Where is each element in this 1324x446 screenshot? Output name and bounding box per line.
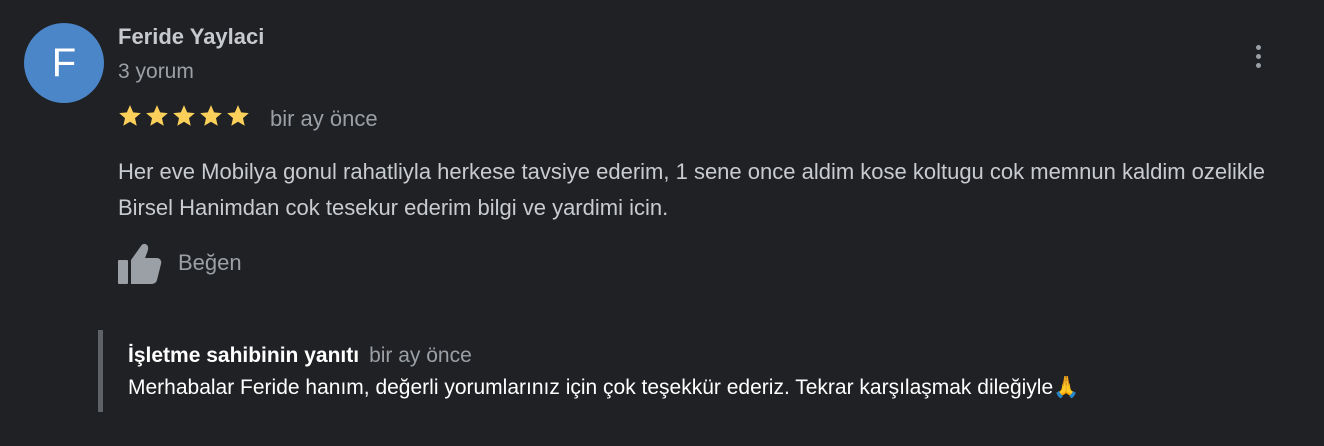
like-button[interactable]: Beğen [116, 242, 242, 284]
star-icon [227, 105, 249, 126]
star-icon [146, 105, 168, 126]
review-text: Her eve Mobilya gonul rahatliyla herkese… [118, 159, 1266, 220]
star-icon [119, 105, 141, 126]
avatar-initial: F [51, 40, 77, 85]
owner-reply: İşletme sahibinin yanıtı bir ay önce Mer… [98, 330, 1324, 412]
owner-reply-text: Merhabalar Feride hanım, değerli yorumla… [128, 376, 1080, 399]
more-vert-icon-dot [1255, 62, 1261, 68]
star-icon [173, 105, 195, 126]
avatar[interactable]: F [24, 23, 104, 103]
author-review-count[interactable]: 3 yorum [118, 60, 194, 84]
owner-reply-date: bir ay önce [369, 344, 472, 367]
owner-reply-title: İşletme sahibinin yanıtı [128, 344, 360, 367]
star-icon [200, 105, 222, 126]
review-date: bir ay önce [270, 106, 378, 131]
star-rating [117, 103, 251, 129]
like-label: Beğen [178, 250, 242, 275]
more-options-button[interactable] [1244, 36, 1272, 76]
owner-reply-header: İşletme sahibinin yanıtı bir ay önce [128, 344, 1324, 368]
more-vert-icon [1255, 44, 1261, 50]
thumbs-up-icon [118, 243, 162, 284]
more-vert-icon-dot [1255, 53, 1261, 59]
author-name[interactable]: Feride Yaylaci [118, 24, 264, 50]
